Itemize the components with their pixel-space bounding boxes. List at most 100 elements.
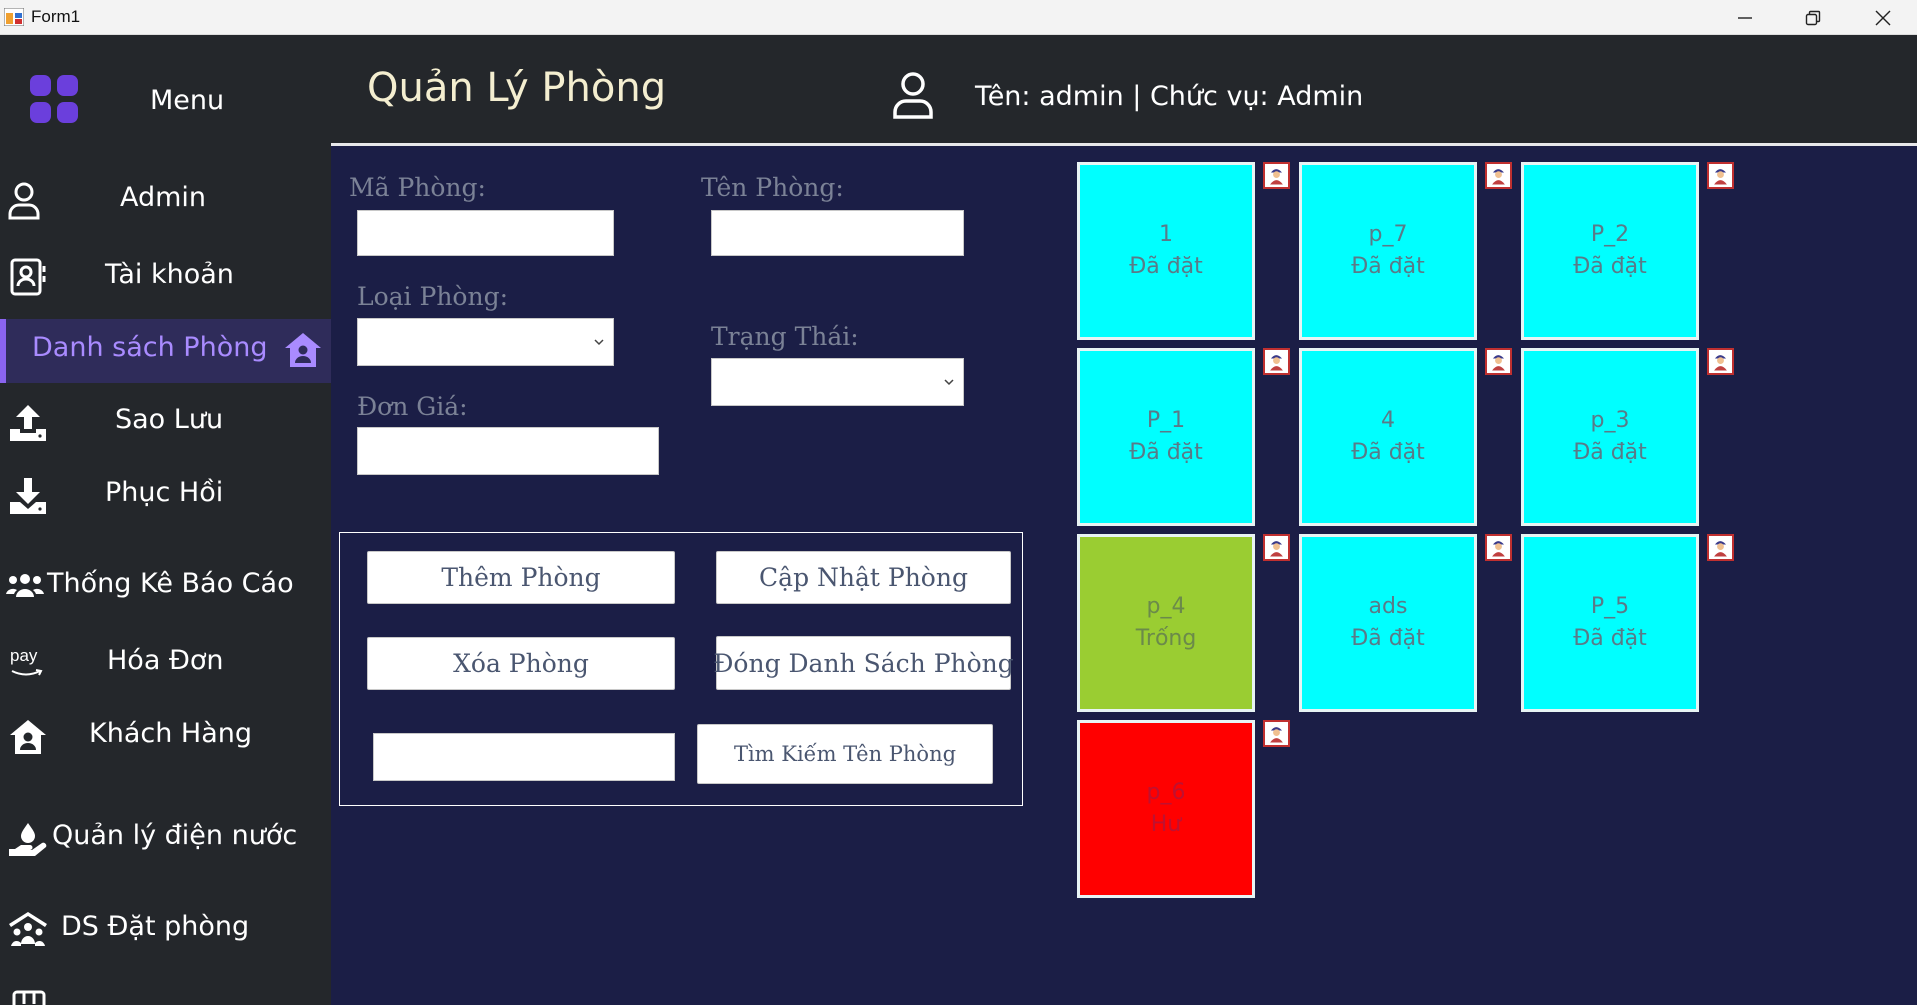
sidebar-item-utilities[interactable]: Quản lý điện nước	[0, 807, 331, 871]
don-gia-label: Đơn Giá:	[357, 392, 468, 421]
room-name: ads	[1368, 594, 1408, 619]
sidebar-item-bookings[interactable]: DS Đặt phòng	[0, 898, 331, 962]
room-name: p_7	[1368, 222, 1408, 247]
page-title: Quản Lý Phòng	[367, 65, 667, 111]
close-room-list-button[interactable]: Đóng Danh Sách Phòng	[713, 636, 1014, 690]
sidebar-item-label: Quản lý điện nước	[52, 820, 298, 851]
room-tile[interactable]: ads Đã đặt	[1299, 534, 1477, 712]
contact-card-icon	[10, 258, 46, 296]
sidebar-item-customers[interactable]: Khách Hàng	[0, 705, 331, 769]
sidebar: Menu Admin Tài khoản Danh sách Phòng Sao…	[0, 35, 331, 1005]
room-person-icon[interactable]	[1707, 534, 1734, 561]
add-room-button[interactable]: Thêm Phòng	[367, 551, 675, 604]
room-status: Đã đặt	[1351, 254, 1425, 279]
header-divider	[331, 143, 1917, 146]
delete-room-button[interactable]: Xóa Phòng	[367, 637, 675, 690]
header: Quản Lý Phòng Tên: admin | Chức vụ: Admi…	[331, 35, 1917, 145]
trang-thai-select[interactable]	[711, 358, 964, 406]
ten-phong-label: Tên Phòng:	[701, 173, 844, 202]
room-status: Hư	[1150, 812, 1182, 837]
room-status: Đã đặt	[1573, 254, 1647, 279]
room-tile[interactable]: p_3 Đã đặt	[1521, 348, 1699, 526]
search-input[interactable]	[373, 733, 675, 781]
room-person-icon[interactable]	[1485, 534, 1512, 561]
sidebar-item-label: Thống Kê Báo Cáo	[47, 568, 294, 599]
sidebar-item-restore[interactable]: Phục Hồi	[0, 464, 331, 528]
room-name: P_2	[1590, 222, 1630, 247]
room-person-icon[interactable]	[1263, 534, 1290, 561]
ma-phong-input[interactable]	[357, 210, 614, 256]
sidebar-item-admin[interactable]: Admin	[0, 169, 331, 233]
trang-thai-label: Trạng Thái:	[711, 322, 859, 351]
room-status: Đã đặt	[1573, 626, 1647, 651]
grid-box-icon	[12, 990, 46, 1005]
room-person-icon[interactable]	[1707, 348, 1734, 375]
room-name: 4	[1381, 408, 1395, 433]
chevron-down-icon	[944, 379, 954, 386]
room-tile[interactable]: p_4 Trống	[1077, 534, 1255, 712]
room-person-icon[interactable]	[1485, 348, 1512, 375]
restore-icon	[1805, 10, 1821, 25]
loai-phong-label: Loại Phòng:	[357, 282, 509, 311]
room-tile[interactable]: P_1 Đã đặt	[1077, 348, 1255, 526]
room-person-icon[interactable]	[1485, 162, 1512, 189]
sidebar-item-statistics[interactable]: Thống Kê Báo Cáo	[0, 555, 331, 619]
sidebar-item-invoice[interactable]: pay Hóa Đơn	[0, 632, 331, 696]
sidebar-item-label: Admin	[120, 182, 207, 213]
room-tile[interactable]: 4 Đã đặt	[1299, 348, 1477, 526]
house-user-icon	[10, 720, 46, 754]
room-tile[interactable]: P_5 Đã đặt	[1521, 534, 1699, 712]
room-name: P_1	[1146, 408, 1186, 433]
sidebar-item-label: DS Đặt phòng	[61, 911, 250, 942]
don-gia-input[interactable]	[357, 427, 659, 475]
room-tile[interactable]: p_6 Hư	[1077, 720, 1255, 898]
sidebar-item-account[interactable]: Tài khoản	[0, 246, 331, 310]
ma-phong-label: Mã Phòng:	[349, 173, 486, 202]
sidebar-item-backup[interactable]: Sao Lưu	[0, 391, 331, 455]
room-name: p_3	[1590, 408, 1630, 433]
room-tile[interactable]: 1 Đã đặt	[1077, 162, 1255, 340]
room-tile[interactable]: P_2 Đã đặt	[1521, 162, 1699, 340]
search-room-button[interactable]: Tìm Kiếm Tên Phòng	[697, 724, 993, 784]
room-person-icon[interactable]	[1263, 348, 1290, 375]
minimize-button[interactable]	[1710, 0, 1780, 35]
loai-phong-select[interactable]	[357, 318, 614, 366]
menu-grid-icon[interactable]	[30, 75, 80, 125]
sidebar-item-label: Phục Hồi	[105, 477, 224, 508]
room-tile[interactable]: p_7 Đã đặt	[1299, 162, 1477, 340]
sidebar-item-label: Khách Hàng	[89, 718, 253, 749]
people-roof-icon	[9, 912, 47, 946]
active-indicator	[0, 319, 6, 383]
room-person-icon[interactable]	[1263, 720, 1290, 747]
title-bar: Form1	[0, 0, 1917, 35]
room-name: p_6	[1146, 780, 1186, 805]
house-user-icon	[285, 333, 321, 367]
minimize-icon	[1738, 16, 1752, 19]
room-status: Đã đặt	[1351, 440, 1425, 465]
room-person-icon[interactable]	[1707, 162, 1734, 189]
sidebar-item-room-list[interactable]: Danh sách Phòng	[0, 319, 331, 383]
sidebar-item-label: Sao Lưu	[115, 404, 224, 435]
update-room-button[interactable]: Cập Nhật Phòng	[716, 551, 1011, 604]
users-group-icon	[6, 574, 44, 597]
room-status: Đã đặt	[1129, 254, 1203, 279]
pay-icon: pay	[10, 646, 38, 665]
user-info: Tên: admin | Chức vụ: Admin	[975, 81, 1364, 112]
room-status: Trống	[1135, 626, 1197, 651]
user-icon	[8, 182, 40, 220]
user-icon	[893, 72, 933, 119]
ten-phong-input[interactable]	[711, 210, 964, 256]
upload-icon	[10, 405, 46, 441]
chevron-down-icon	[594, 339, 604, 346]
restore-button[interactable]	[1778, 0, 1848, 35]
menu-label: Menu	[150, 85, 225, 116]
close-icon	[1875, 10, 1891, 25]
app-icon	[4, 8, 24, 26]
room-person-icon[interactable]	[1263, 162, 1290, 189]
hand-drop-icon	[9, 823, 47, 856]
room-name: P_5	[1590, 594, 1630, 619]
close-button[interactable]	[1848, 0, 1917, 35]
room-name: 1	[1159, 222, 1173, 247]
room-status: Đã đặt	[1351, 626, 1425, 651]
sidebar-item-label: Danh sách Phòng	[32, 332, 268, 363]
